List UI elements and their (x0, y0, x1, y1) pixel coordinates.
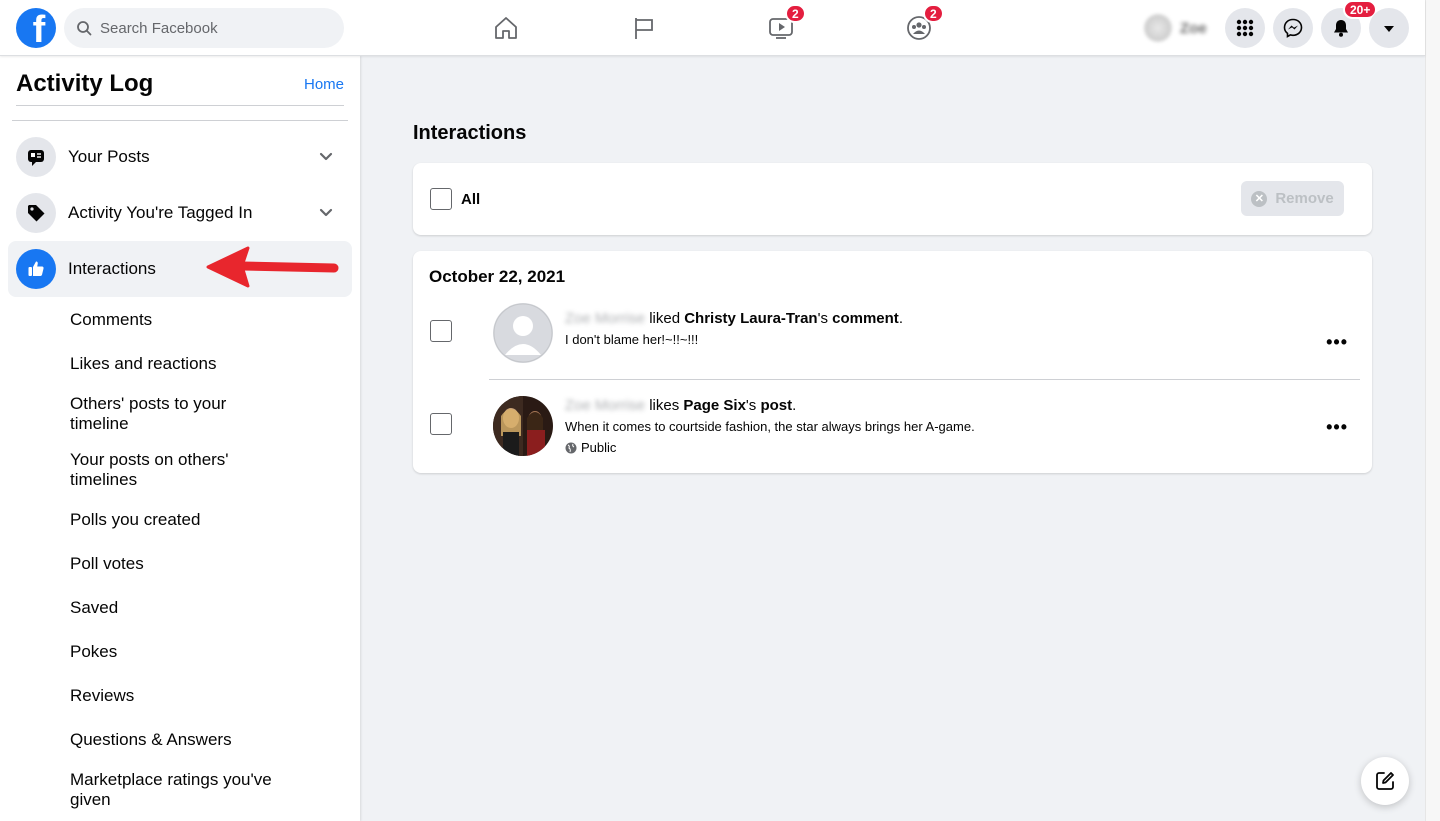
facebook-logo[interactable]: f (16, 8, 56, 48)
groups-badge: 2 (923, 4, 944, 23)
subitem-poll-votes[interactable]: Poll votes (70, 554, 310, 574)
remove-button[interactable]: ✕ Remove (1241, 181, 1344, 216)
entry-target[interactable]: Christy Laura-Tran (684, 310, 817, 327)
entry-description: Zoe Morrise liked Christy Laura-Tran's c… (565, 309, 903, 329)
page-six-avatar-image (493, 396, 553, 456)
privacy-label: Public (581, 440, 617, 455)
page-scrollbar[interactable] (1425, 0, 1440, 821)
entry-checkbox[interactable] (430, 320, 452, 342)
interactions-icon-wrap (16, 249, 56, 289)
search-icon (77, 21, 92, 36)
avatar (493, 396, 553, 456)
subitem-saved[interactable]: Saved (70, 598, 310, 618)
grid-menu-icon (1236, 19, 1254, 37)
more-options-button[interactable]: ••• (1326, 418, 1348, 436)
entry-possessive: 's (745, 397, 761, 414)
date-heading: October 22, 2021 (429, 267, 566, 286)
entry-checkbox[interactable] (430, 413, 452, 435)
profile-button[interactable]: Zoe (1138, 10, 1220, 46)
search-input[interactable] (100, 19, 320, 37)
entry-end: . (792, 397, 797, 414)
watch-badge: 2 (785, 4, 806, 23)
bulk-actions-bar: All ✕ Remove (413, 163, 1372, 235)
subitem-pokes[interactable]: Pokes (70, 642, 310, 662)
remove-x-icon: ✕ (1251, 190, 1268, 207)
profile-name: Zoe (1180, 19, 1207, 37)
tagged-icon-wrap (16, 193, 56, 233)
sidebar-header: Activity Log Home (16, 70, 344, 106)
compose-icon (1376, 772, 1394, 790)
entry-snippet: When it comes to courtside fashion, the … (565, 419, 975, 434)
sidebar-item-tagged-in[interactable]: Activity You're Tagged In (8, 185, 352, 241)
entry-snippet: I don't blame her!~!!~!!! (565, 332, 699, 347)
entry-target[interactable]: Page Six (683, 397, 746, 414)
sidebar-item-your-posts[interactable]: Your Posts (8, 129, 352, 185)
actor-name: Zoe Morrise (565, 397, 646, 414)
more-options-button[interactable]: ••• (1326, 333, 1348, 351)
globe-icon (565, 442, 577, 453)
annotation-arrow (206, 246, 339, 288)
entry-verb: liked (645, 310, 685, 327)
chevron-down-icon (319, 152, 333, 161)
select-all-label: All (461, 191, 481, 208)
sidebar-item-label: Activity You're Tagged In (68, 203, 253, 222)
thumbs-up-icon (28, 261, 44, 276)
flag-icon (635, 18, 653, 39)
page-title: Activity Log (16, 70, 154, 97)
messenger-icon (1283, 18, 1303, 38)
new-message-button[interactable] (1361, 757, 1409, 805)
subitem-your-posts-others[interactable]: Your posts on others' timelines (70, 450, 270, 490)
profile-avatar (1144, 14, 1172, 42)
actor-name: Zoe Morrise (565, 310, 646, 327)
entry-object-link[interactable]: comment (832, 310, 899, 327)
your-posts-icon-wrap (16, 137, 56, 177)
facebook-logo-letter: f (32, 9, 46, 48)
account-menu-button[interactable] (1369, 8, 1409, 48)
subitem-questions-answers[interactable]: Questions & Answers (70, 730, 310, 750)
select-all-checkbox[interactable] (430, 188, 452, 210)
default-avatar-icon (493, 303, 553, 363)
subitem-marketplace-ratings[interactable]: Marketplace ratings you've given (70, 770, 290, 810)
bell-icon (1334, 20, 1348, 37)
sidebar-divider (12, 120, 348, 121)
entry-object-link[interactable]: post (760, 397, 792, 414)
home-icon (495, 17, 517, 39)
search-box[interactable] (64, 8, 344, 48)
subitem-reviews[interactable]: Reviews (70, 686, 310, 706)
entry-end: . (898, 310, 903, 327)
avatar (493, 303, 553, 363)
watch-nav-button[interactable]: 2 (763, 4, 806, 46)
chevron-down-icon (319, 208, 333, 217)
groups-nav-button[interactable]: 2 (901, 4, 944, 46)
sidebar-item-label: Your Posts (68, 147, 150, 166)
activity-log-sidebar: Activity Log Home Your Posts Activity Yo… (0, 56, 360, 821)
post-speech-icon (28, 150, 44, 166)
entry-privacy: Public (565, 440, 616, 455)
menu-button[interactable] (1225, 8, 1265, 48)
activity-card: October 22, 2021 Zoe Morrise liked Chris… (413, 251, 1372, 473)
entry-verb: likes (645, 397, 684, 414)
entry-separator (489, 379, 1360, 380)
subitem-likes-reactions[interactable]: Likes and reactions (70, 354, 310, 374)
remove-button-label: Remove (1275, 190, 1334, 207)
sidebar-item-label: Interactions (68, 259, 156, 278)
home-link[interactable]: Home (304, 76, 344, 93)
subitem-comments[interactable]: Comments (70, 310, 310, 330)
caret-down-icon (1384, 26, 1394, 32)
pages-nav-button[interactable] (626, 10, 662, 46)
home-nav-button[interactable] (488, 10, 524, 46)
notifications-button[interactable]: 20+ (1321, 0, 1378, 48)
tag-icon (28, 205, 45, 222)
subitem-others-posts[interactable]: Others' posts to your timeline (70, 394, 270, 434)
section-title: Interactions (413, 122, 527, 144)
messenger-button[interactable] (1273, 8, 1313, 48)
subitem-polls-created[interactable]: Polls you created (70, 510, 310, 530)
entry-possessive: 's (817, 310, 833, 327)
entry-description: Zoe Morrise likes Page Six's post. (565, 396, 796, 416)
top-navigation-bar: f 2 2 (0, 0, 1425, 56)
